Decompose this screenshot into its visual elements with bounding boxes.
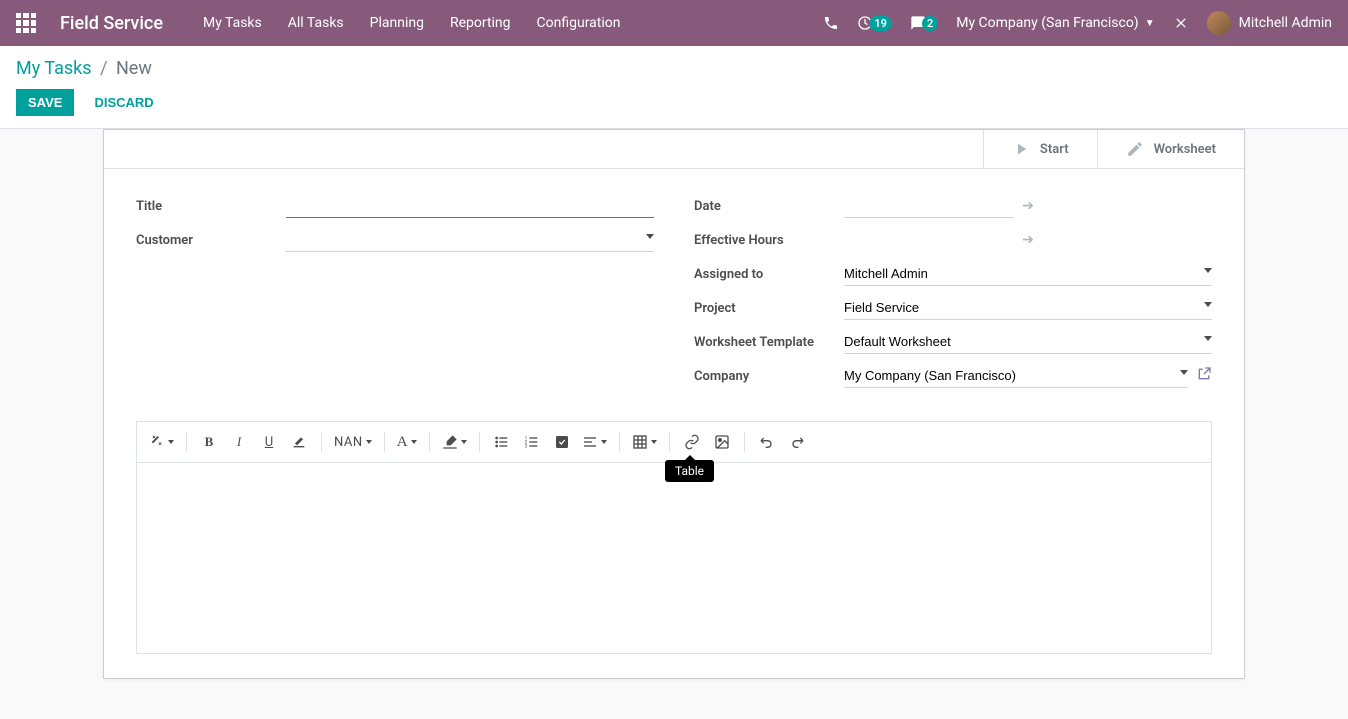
tooltip: Table [665, 460, 714, 482]
italic-button[interactable]: I [225, 428, 253, 456]
company-label: Company [694, 369, 844, 384]
nav-planning[interactable]: Planning [370, 15, 424, 31]
wtemplate-label: Worksheet Template [694, 335, 844, 350]
date-label: Date [694, 199, 844, 214]
phone-icon[interactable] [823, 15, 839, 31]
assigned-label: Assigned to [694, 267, 844, 282]
breadcrumb-parent[interactable]: My Tasks [16, 58, 92, 79]
avatar [1207, 11, 1231, 35]
bold-button[interactable]: B [195, 428, 223, 456]
customer-label: Customer [136, 233, 286, 248]
assigned-input[interactable] [844, 262, 1212, 286]
messages-badge: 2 [922, 16, 938, 31]
company-switcher[interactable]: My Company (San Francisco) ▼ [956, 15, 1154, 31]
form-col-right: Date ➔ Effective Hours ➔ [694, 193, 1212, 397]
status-bar: Start Worksheet [104, 130, 1244, 169]
redo-button[interactable] [783, 428, 811, 456]
checklist-button[interactable] [548, 428, 576, 456]
discard-button[interactable]: Discard [82, 89, 165, 116]
nav-right: 19 2 My Company (San Francisco) ▼ Mitche… [823, 11, 1332, 35]
customer-input[interactable] [286, 228, 654, 252]
project-label: Project [694, 301, 844, 316]
align-button[interactable] [578, 428, 611, 456]
image-button[interactable] [708, 428, 736, 456]
svg-text:3: 3 [524, 443, 527, 449]
nav-my-tasks[interactable]: My Tasks [203, 15, 262, 31]
external-link-icon[interactable] [1196, 366, 1212, 386]
form-sheet: Start Worksheet Title Custom [103, 129, 1245, 679]
navbar: Field Service My Tasks All Tasks Plannin… [0, 0, 1348, 46]
save-button[interactable]: Save [16, 89, 74, 116]
font-color-button[interactable]: A [393, 428, 421, 456]
breadcrumb: My Tasks / New [16, 58, 1332, 79]
worksheet-button[interactable]: Worksheet [1097, 130, 1244, 168]
arrow-right-icon: ➔ [1022, 198, 1034, 214]
company-name: My Company (San Francisco) [956, 15, 1138, 31]
eff-hours-label: Effective Hours [694, 233, 844, 248]
activities-badge: 19 [869, 16, 892, 31]
wtemplate-input[interactable] [844, 330, 1212, 354]
editor-area[interactable] [137, 463, 1211, 653]
nav-configuration[interactable]: Configuration [537, 15, 621, 31]
link-button[interactable] [678, 428, 706, 456]
date-to-input[interactable] [1042, 195, 1212, 218]
title-input[interactable] [286, 194, 654, 218]
pencil-icon [1126, 140, 1144, 158]
brand: Field Service [60, 13, 163, 34]
play-icon [1012, 140, 1030, 158]
magic-icon[interactable] [145, 428, 178, 456]
highlight-button[interactable] [438, 428, 471, 456]
company-input[interactable] [844, 364, 1188, 388]
project-input[interactable] [844, 296, 1212, 320]
messages-icon[interactable]: 2 [910, 15, 938, 31]
undo-button[interactable] [753, 428, 781, 456]
editor-toolbar: B I U NAN A [137, 422, 1211, 463]
user-name: Mitchell Admin [1239, 15, 1332, 31]
arrow-right-icon: ➔ [1022, 232, 1034, 248]
breadcrumb-current: New [116, 58, 152, 79]
table-button[interactable] [628, 428, 661, 456]
date-from-input[interactable] [844, 194, 1014, 218]
debug-icon[interactable] [1173, 15, 1189, 31]
font-size-selector[interactable]: NAN [330, 428, 376, 456]
start-button[interactable]: Start [983, 130, 1097, 168]
form-col-left: Title Customer [136, 193, 654, 397]
eff-hours-input[interactable] [844, 229, 1014, 252]
nav-menu: My Tasks All Tasks Planning Reporting Co… [203, 15, 621, 31]
activities-icon[interactable]: 19 [857, 15, 892, 31]
title-label: Title [136, 199, 286, 214]
nav-reporting[interactable]: Reporting [450, 15, 511, 31]
control-panel: My Tasks / New Save Discard [0, 46, 1348, 129]
editor: B I U NAN A [136, 421, 1212, 654]
nav-all-tasks[interactable]: All Tasks [288, 15, 344, 31]
ol-button[interactable]: 123 [518, 428, 546, 456]
clear-format-button[interactable] [285, 428, 313, 456]
apps-icon[interactable] [16, 13, 36, 33]
user-menu[interactable]: Mitchell Admin [1207, 11, 1332, 35]
ul-button[interactable] [488, 428, 516, 456]
underline-button[interactable]: U [255, 428, 283, 456]
